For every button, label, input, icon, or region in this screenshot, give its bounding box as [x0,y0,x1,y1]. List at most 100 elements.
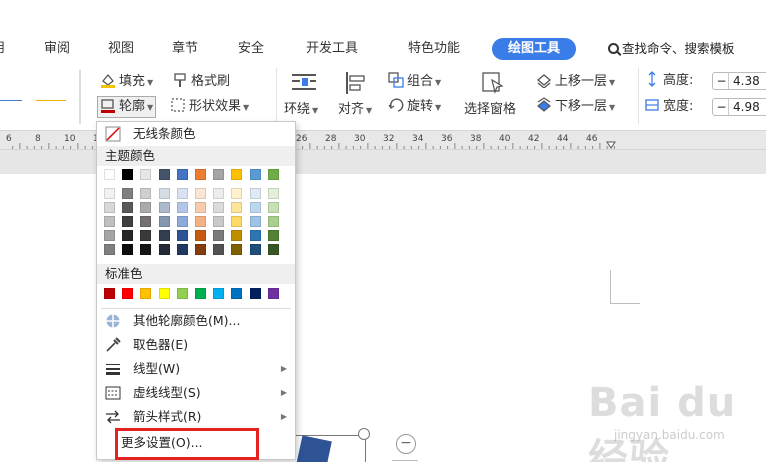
theme-shade-swatch[interactable] [122,202,134,213]
tab-section[interactable]: 章节 [172,38,198,60]
group-button[interactable]: 组合 ▼ [388,72,441,93]
theme-color-swatch[interactable] [104,169,115,180]
theme-shade-swatch[interactable] [267,230,279,241]
theme-shade-swatch[interactable] [195,230,206,241]
theme-shade-swatch[interactable] [267,244,279,255]
theme-shade-swatch[interactable] [122,230,134,241]
theme-shade-swatch[interactable] [104,216,115,227]
theme-shade-swatch[interactable] [122,244,134,255]
theme-shade-swatch[interactable] [267,216,279,227]
eyedropper-item[interactable]: 取色器(E) [97,333,295,357]
theme-shade-swatch[interactable] [249,188,261,199]
theme-shade-swatch[interactable] [158,188,170,199]
theme-shade-swatch[interactable] [249,202,261,213]
tab-review[interactable]: 审阅 [44,38,70,60]
arrow-style-item[interactable]: 箭头样式(R) ▶ [97,405,295,429]
theme-shade-swatch[interactable] [231,202,243,213]
standard-color-swatch[interactable] [195,288,206,299]
align-button[interactable]: 对齐 ▼ [336,70,380,122]
theme-shade-swatch[interactable] [140,202,152,213]
width-input[interactable]: −4.98 [712,98,766,116]
theme-color-swatch[interactable] [267,169,279,180]
height-input[interactable]: −4.38 [712,72,766,90]
theme-shade-swatch[interactable] [176,244,188,255]
other-outline-colors-item[interactable]: 其他轮廓颜色(M)... [97,309,295,333]
theme-color-swatch[interactable] [195,169,206,180]
send-backward-button[interactable]: 下移一层 ▼ [536,97,615,118]
rotate-button[interactable]: 旋转 ▼ [388,97,441,118]
fill-button[interactable]: 填充 ▼ [100,72,153,93]
theme-shade-swatch[interactable] [140,230,152,241]
theme-shade-swatch[interactable] [231,216,243,227]
theme-shade-swatch[interactable] [231,188,243,199]
standard-color-swatch[interactable] [140,288,152,299]
theme-shade-swatch[interactable] [231,244,243,255]
shape-effects-button[interactable]: 形状效果 ▼ [170,97,249,118]
theme-shade-swatch[interactable] [176,230,188,241]
tab-view[interactable]: 视图 [108,38,134,60]
theme-color-swatch[interactable] [122,169,134,180]
no-line-color-item[interactable]: 无线条颜色 [97,122,295,146]
line-type-item[interactable]: 线型(W) ▶ [97,357,295,381]
decrement-button[interactable]: − [715,73,729,89]
standard-color-swatch[interactable] [231,288,243,299]
theme-shade-swatch[interactable] [104,188,115,199]
theme-shade-swatch[interactable] [249,230,261,241]
theme-color-swatch[interactable] [158,169,170,180]
theme-shade-swatch[interactable] [104,230,115,241]
theme-shade-swatch[interactable] [249,216,261,227]
theme-shade-swatch[interactable] [158,202,170,213]
theme-shade-swatch[interactable] [122,216,134,227]
standard-color-swatch[interactable] [267,288,279,299]
theme-shade-swatch[interactable] [176,202,188,213]
theme-shade-swatch[interactable] [213,188,225,199]
decrement-button[interactable]: − [715,99,729,115]
outline-button[interactable]: 轮廓 ▼ [97,96,157,118]
format-painter-button[interactable]: 格式刷 [172,72,230,92]
theme-shade-swatch[interactable] [104,202,115,213]
gallery-scroll[interactable] [80,70,92,124]
theme-color-swatch[interactable] [140,169,152,180]
theme-shade-swatch[interactable] [195,188,206,199]
theme-shade-swatch[interactable] [249,244,261,255]
theme-shade-swatch[interactable] [122,188,134,199]
theme-shade-swatch[interactable] [213,216,225,227]
theme-shade-swatch[interactable] [195,202,206,213]
wrap-button[interactable]: 环绕 ▼ [284,70,324,122]
search-command[interactable]: 查找命令、搜索模板 [608,38,735,60]
resize-handle[interactable] [358,428,370,440]
theme-color-swatch[interactable] [213,169,225,180]
shape-style-gallery[interactable] [0,70,80,124]
standard-color-swatch[interactable] [176,288,188,299]
standard-color-swatch[interactable] [158,288,170,299]
theme-color-swatch[interactable] [176,169,188,180]
theme-shade-swatch[interactable] [195,244,206,255]
theme-color-swatch[interactable] [231,169,243,180]
dash-type-item[interactable]: 虚线线型(S) ▶ [97,381,295,405]
tab-drawing-tools[interactable]: 绘图工具 [492,38,577,60]
theme-shade-swatch[interactable] [231,230,243,241]
theme-shade-swatch[interactable] [176,216,188,227]
theme-shade-swatch[interactable] [140,216,152,227]
theme-shade-swatch[interactable] [140,244,152,255]
theme-shade-swatch[interactable] [104,244,115,255]
standard-color-swatch[interactable] [249,288,261,299]
tab-special-features[interactable]: 特色功能 [408,38,460,60]
theme-shade-swatch[interactable] [213,202,225,213]
theme-shade-swatch[interactable] [267,202,279,213]
selection-pane-button[interactable]: 选择窗格 [462,70,526,122]
theme-shade-swatch[interactable] [158,244,170,255]
theme-shade-swatch[interactable] [213,244,225,255]
bring-forward-button[interactable]: 上移一层 ▼ [536,72,615,93]
theme-shade-swatch[interactable] [213,230,225,241]
theme-shade-swatch[interactable] [195,216,206,227]
standard-color-swatch[interactable] [104,288,115,299]
tab-security[interactable]: 安全 [238,38,264,60]
tab-developer[interactable]: 开发工具 [306,38,358,60]
theme-shade-swatch[interactable] [140,188,152,199]
theme-shade-swatch[interactable] [176,188,188,199]
theme-shade-swatch[interactable] [267,188,279,199]
indent-marker-icon[interactable] [606,141,616,150]
standard-color-swatch[interactable] [122,288,134,299]
theme-shade-swatch[interactable] [158,230,170,241]
